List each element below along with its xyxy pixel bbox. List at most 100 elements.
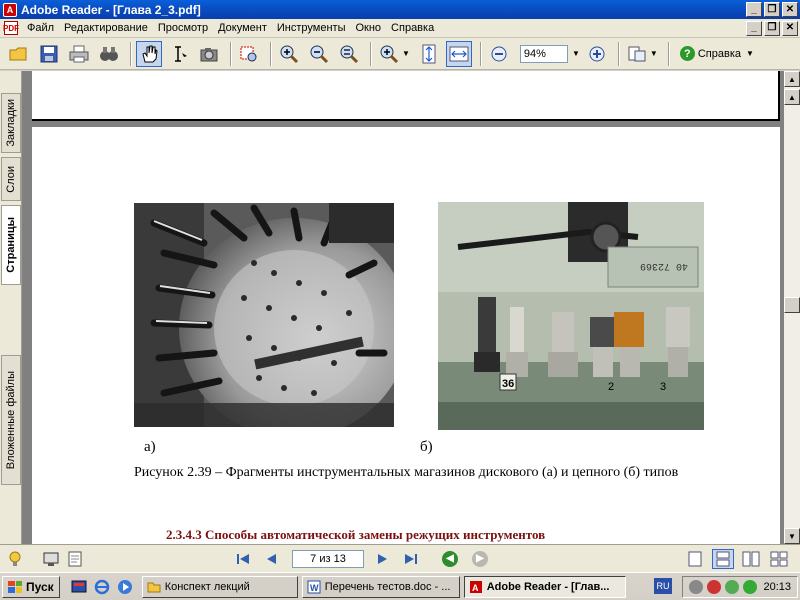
- tab-pages[interactable]: Страницы: [1, 205, 21, 285]
- toolbar-separator: [370, 41, 372, 66]
- word-document-icon: W: [307, 580, 321, 593]
- page-number-field[interactable]: 7 из 13: [292, 549, 364, 568]
- zoom-dropdown-icon[interactable]: ▼: [568, 45, 584, 63]
- monitor-icon[interactable]: [42, 550, 60, 568]
- last-page-icon[interactable]: [400, 549, 422, 569]
- tab-layers[interactable]: Слои: [1, 157, 21, 201]
- start-label: Пуск: [26, 579, 54, 594]
- scroll-down-icon[interactable]: ▼: [784, 528, 800, 544]
- task-adobe-reader[interactable]: A Adobe Reader - [Глав...: [463, 575, 626, 598]
- start-button[interactable]: Пуск: [2, 575, 60, 598]
- save-icon[interactable]: [36, 41, 62, 67]
- adobe-reader-task-icon: A: [469, 580, 482, 593]
- folder-icon: [147, 582, 161, 592]
- zoom-in-step-icon[interactable]: [584, 41, 610, 67]
- search-binoculars-icon[interactable]: [96, 41, 122, 67]
- disc-magazine-photo: [134, 203, 394, 427]
- menu-window[interactable]: Окно: [350, 22, 386, 34]
- clock[interactable]: 20:13: [763, 581, 791, 593]
- document-view[interactable]: 40 72369 36 2 3 а) б) Рисунок 2.39 – Фра: [22, 71, 784, 544]
- help-icon: ?: [679, 46, 695, 61]
- zoom-out-icon[interactable]: [306, 41, 332, 67]
- task-word-document[interactable]: W Перечень тестов.doc - ...: [301, 575, 460, 598]
- vertical-scrollbar[interactable]: ▲ ▲ ▼: [784, 71, 800, 544]
- toolbar-separator: [130, 41, 132, 66]
- continuous-facing-icon[interactable]: [768, 549, 790, 569]
- marquee-zoom-icon[interactable]: [236, 41, 262, 67]
- help-label: Справка: [697, 47, 741, 60]
- menu-view[interactable]: Просмотр: [153, 22, 213, 34]
- tray-network-icon[interactable]: [725, 580, 740, 594]
- toolbar-separator: [270, 41, 272, 66]
- show-desktop-icon[interactable]: [70, 578, 88, 596]
- scrollbar-thumb[interactable]: [784, 297, 800, 313]
- machine-plate-text: 40 72369: [640, 260, 688, 271]
- scroll-up-icon[interactable]: ▲: [784, 89, 800, 105]
- figure-caption: Рисунок 2.39 – Фрагменты инструментальны…: [134, 465, 679, 480]
- rotate-view-icon[interactable]: [624, 41, 650, 67]
- select-text-tool-icon[interactable]: [166, 41, 192, 67]
- adobe-reader-icon: A: [3, 2, 17, 17]
- close-button[interactable]: ✕: [782, 2, 798, 17]
- lightbulb-icon[interactable]: [6, 550, 24, 568]
- print-icon[interactable]: [66, 41, 92, 67]
- scroll-up-top-icon[interactable]: ▲: [784, 71, 800, 87]
- tray-antivirus-icon[interactable]: [707, 580, 722, 594]
- pdf-document-icon[interactable]: PDF: [3, 21, 19, 35]
- help-button[interactable]: ? Справка ▼: [679, 46, 754, 61]
- restore-button[interactable]: ❐: [764, 2, 780, 17]
- page-navigator: 7 из 13 ◀ ▶: [232, 549, 488, 569]
- tray-update-icon[interactable]: [743, 580, 758, 594]
- first-page-icon[interactable]: [232, 549, 254, 569]
- menu-file[interactable]: Файл: [22, 22, 59, 34]
- menu-edit[interactable]: Редактирование: [59, 22, 153, 34]
- minimize-button[interactable]: _: [746, 2, 762, 17]
- menu-help[interactable]: Справка: [386, 22, 439, 34]
- caption-a: а): [144, 439, 156, 455]
- zoom-tool-dropdown-icon[interactable]: ▼: [402, 49, 410, 58]
- chain-magazine-photo: 40 72369 36 2 3: [438, 202, 704, 430]
- toolbar-separator: [479, 41, 482, 66]
- svg-text:W: W: [310, 583, 319, 593]
- zoom-in-icon[interactable]: [276, 41, 302, 67]
- language-indicator[interactable]: RU: [654, 578, 672, 594]
- internet-explorer-icon[interactable]: [93, 578, 111, 596]
- doc-minimize-button[interactable]: _: [746, 20, 762, 36]
- rotate-dropdown-icon[interactable]: ▼: [650, 49, 658, 58]
- zoom-tool-icon[interactable]: [376, 41, 402, 67]
- open-folder-icon[interactable]: [6, 41, 32, 67]
- tray-disk-icon[interactable]: [689, 580, 704, 594]
- next-page-icon[interactable]: [372, 549, 394, 569]
- zoom-level-input[interactable]: 94%: [519, 44, 568, 63]
- pocket-number-2: 2: [608, 381, 614, 393]
- doc-restore-button[interactable]: ❐: [764, 20, 780, 36]
- menu-document[interactable]: Документ: [213, 22, 272, 34]
- window-title: Adobe Reader - [Глава 2_3.pdf]: [21, 2, 201, 17]
- previous-page-icon[interactable]: [260, 549, 282, 569]
- fit-height-icon[interactable]: [416, 41, 442, 67]
- zoom-out-step-icon[interactable]: [486, 41, 512, 67]
- go-forward-icon[interactable]: ▶: [472, 550, 488, 567]
- windows-logo-icon: [8, 580, 22, 593]
- tab-bookmarks[interactable]: Закладки: [1, 93, 21, 153]
- toolbar-separator: [230, 41, 232, 66]
- continuous-page-icon[interactable]: [712, 549, 734, 569]
- page-properties-icon[interactable]: [66, 550, 84, 568]
- media-player-icon[interactable]: [116, 578, 134, 596]
- facing-pages-icon[interactable]: [740, 549, 762, 569]
- zoom-dynamic-icon[interactable]: [336, 41, 362, 67]
- page-layout-buttons: [678, 549, 790, 569]
- go-back-icon[interactable]: ◀: [442, 550, 458, 567]
- tab-attachments[interactable]: Вложенные файлы: [1, 355, 21, 485]
- task-lecture-notes[interactable]: Конспект лекций: [141, 575, 298, 598]
- hand-tool-icon[interactable]: [136, 40, 162, 67]
- fit-width-icon[interactable]: [445, 40, 472, 67]
- menu-tools[interactable]: Инструменты: [272, 22, 351, 34]
- snapshot-tool-icon[interactable]: [196, 41, 222, 67]
- previous-page: [32, 71, 780, 121]
- doc-close-button[interactable]: ✕: [782, 20, 798, 36]
- single-page-icon[interactable]: [684, 549, 706, 569]
- caption-b: б): [420, 439, 433, 455]
- pocket-number-3: 3: [660, 381, 666, 393]
- title-bar: A Adobe Reader - [Глава 2_3.pdf] _ ❐ ✕: [0, 0, 800, 19]
